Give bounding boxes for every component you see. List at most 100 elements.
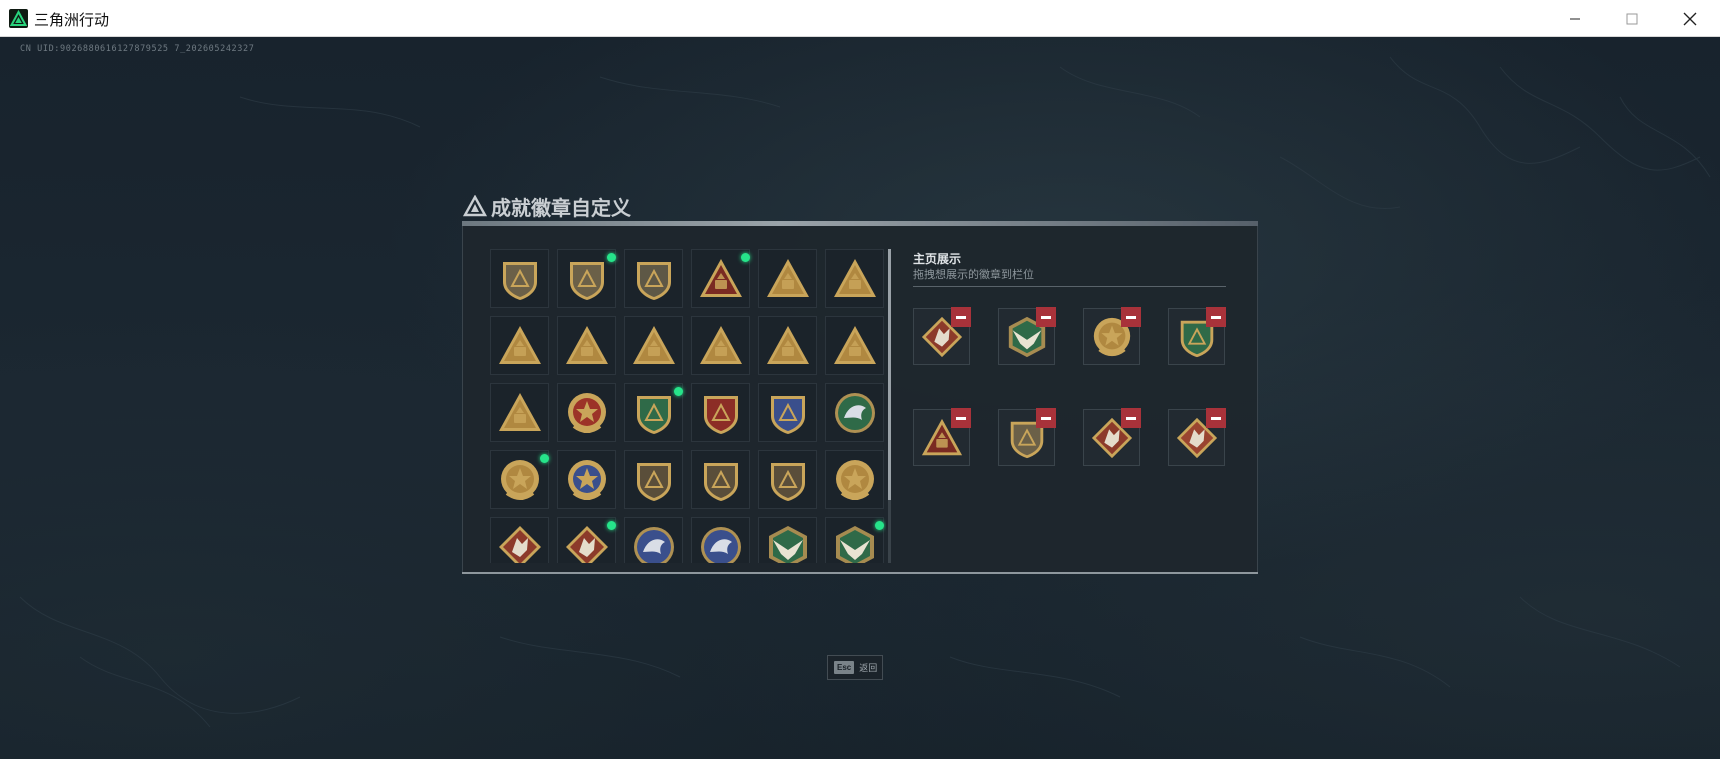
showcase-slot-red-triangle-badge[interactable]	[913, 408, 971, 466]
red-triangle-badge-icon	[699, 258, 742, 297]
minus-icon	[1211, 315, 1221, 319]
badge-grid-scroll-area[interactable]	[490, 249, 886, 563]
uid-text: CN UID:9026880616127879525 7_20260524232…	[20, 44, 255, 54]
badge-cell-blue-eagle-shield-badge[interactable]	[557, 450, 616, 509]
badge-cell-gold-triangle-crowd-badge[interactable]	[490, 383, 549, 442]
minus-icon	[1126, 315, 1136, 319]
blue-eagle-shield-badge-icon	[567, 459, 606, 500]
showcase-slot-helicopter-badge[interactable]	[998, 408, 1056, 466]
showcase-slot-red-wolf-badge-alt[interactable]	[1168, 408, 1226, 466]
badge-cell-red-wolf-badge-1[interactable]	[490, 517, 549, 563]
blue-wolf-shield-badge-icon	[770, 395, 805, 434]
gold-winged-shield-badge-1-icon	[500, 459, 539, 500]
badge-cell-gold-triangle-number-one-badge[interactable]	[825, 316, 884, 375]
badge-cell-gold-winged-shield-badge-1[interactable]	[490, 450, 549, 509]
badge-cell-blue-wolf-shield-badge[interactable]	[758, 383, 817, 442]
new-badge-indicator	[607, 253, 616, 262]
badge-cell-green-shield-badge[interactable]	[624, 383, 683, 442]
red-gold-shield-badge-icon	[703, 395, 738, 434]
gold-triangle-number-one-badge-icon	[833, 325, 876, 364]
showcase-slot-gold-winged-shield-badge[interactable]	[1083, 307, 1141, 365]
minus-icon	[1211, 416, 1221, 420]
gold-triangle-sb-badge-2-icon	[632, 325, 675, 364]
green-skull-badge-icon	[834, 392, 875, 433]
new-badge-indicator	[674, 387, 683, 396]
badge-cell-gold-triangle-sb-badge-2[interactable]	[624, 316, 683, 375]
badge-cell-green-eagle-badge-2[interactable]	[825, 517, 884, 563]
minimize-icon	[1569, 18, 1580, 19]
red-wolf-badge-1-icon	[498, 525, 541, 563]
badge-cell-gold-triangle-sb-badge-1[interactable]	[490, 316, 549, 375]
badge-cell-red-wolf-badge-2[interactable]	[557, 517, 616, 563]
badge-cell-diamond-emblem-badge[interactable]	[624, 249, 683, 308]
back-label: 返回	[859, 664, 878, 674]
dialog-header: 成就徽章自定义	[463, 192, 631, 220]
badge-cell-red-star-medal-badge[interactable]	[557, 383, 616, 442]
gold-triangle-locker-badge-icon	[565, 325, 608, 364]
badge-cell-rifle-shield-badge-1[interactable]	[624, 450, 683, 509]
badge-cell-red-gold-shield-badge[interactable]	[691, 383, 750, 442]
badge-cell-gold-winged-shield-badge-2[interactable]	[825, 450, 884, 509]
badge-cell-gold-triangle-bag-badge[interactable]	[825, 249, 884, 308]
showcase-slot-red-wolf-badge[interactable]	[1083, 408, 1141, 466]
new-badge-indicator	[875, 521, 884, 530]
green-eagle-badge-2-icon	[835, 525, 874, 563]
dialog-bottom-border	[462, 572, 1258, 574]
remove-badge-button[interactable]	[1121, 408, 1141, 428]
dialog-title: 成就徽章自定义	[491, 195, 631, 220]
gold-triangle-tower-badge-icon	[699, 325, 742, 364]
gold-triangle-sb-badge-1-icon	[498, 325, 541, 364]
badge-cell-gold-triangle-locker-badge[interactable]	[557, 316, 616, 375]
helicopter-badge-icon	[569, 261, 604, 300]
remove-badge-button[interactable]	[1206, 408, 1226, 428]
badge-cell-blue-dragon-badge-1[interactable]	[624, 517, 683, 563]
rifle-shield-badge-2-icon	[703, 462, 738, 501]
minimize-button[interactable]	[1546, 0, 1603, 37]
blue-dragon-badge-1-icon	[633, 526, 674, 563]
remove-badge-button[interactable]	[1121, 307, 1141, 327]
red-wolf-badge-2-icon	[565, 525, 608, 563]
rifle-shield-badge-1-icon	[636, 462, 671, 501]
remove-badge-button[interactable]	[1206, 307, 1226, 327]
maximize-button[interactable]	[1603, 0, 1660, 37]
maximize-icon	[1626, 13, 1637, 24]
minus-icon	[956, 315, 966, 319]
badge-grid	[490, 249, 886, 563]
green-eagle-badge-1-icon	[768, 525, 807, 563]
dialog-top-border	[462, 221, 1258, 226]
delta-force-logo-icon	[9, 9, 28, 28]
gold-triangle-helmet-badge-icon	[766, 325, 809, 364]
window-title: 三角洲行动	[34, 11, 110, 29]
badge-grid-scrollbar-track[interactable]	[888, 500, 891, 563]
badge-cell-red-triangle-badge[interactable]	[691, 249, 750, 308]
badge-cell-rifle-shield-badge-2[interactable]	[691, 450, 750, 509]
showcase-subtitle: 拖拽想展示的徽章到栏位	[913, 268, 1034, 281]
badge-cell-hammer-shield-badge[interactable]	[758, 450, 817, 509]
minus-icon	[956, 416, 966, 420]
badge-cell-gold-triangle-helmet-badge[interactable]	[758, 316, 817, 375]
badge-cell-gold-triangle-tower-badge[interactable]	[691, 316, 750, 375]
badge-grid-scrollbar-thumb[interactable]	[888, 249, 891, 500]
back-button[interactable]: Esc 返回	[827, 655, 883, 680]
delta-triangle-icon	[463, 195, 487, 217]
badge-cell-shield-triangle-badge[interactable]	[490, 249, 549, 308]
badge-cell-blue-dragon-badge-2[interactable]	[691, 517, 750, 563]
showcase-slot-green-shield-badge[interactable]	[1168, 307, 1226, 365]
remove-badge-button[interactable]	[1036, 408, 1056, 428]
remove-badge-button[interactable]	[951, 307, 971, 327]
badge-cell-helicopter-badge[interactable]	[557, 249, 616, 308]
remove-badge-button[interactable]	[1036, 307, 1056, 327]
badge-cell-green-skull-badge[interactable]	[825, 383, 884, 442]
badge-cell-gold-triangle-vehicle-badge[interactable]	[758, 249, 817, 308]
showcase-slot-red-horse-badge[interactable]	[913, 307, 971, 365]
gold-winged-shield-badge-2-icon	[835, 459, 874, 500]
badge-cell-green-eagle-badge-1[interactable]	[758, 517, 817, 563]
close-button[interactable]	[1661, 0, 1718, 37]
hammer-shield-badge-icon	[770, 462, 805, 501]
gold-triangle-crowd-badge-icon	[498, 392, 541, 431]
shield-triangle-badge-icon	[502, 261, 537, 300]
close-icon	[1683, 12, 1696, 25]
showcase-slot-green-eagle-badge[interactable]	[998, 307, 1056, 365]
minus-icon	[1041, 315, 1051, 319]
remove-badge-button[interactable]	[951, 408, 971, 428]
